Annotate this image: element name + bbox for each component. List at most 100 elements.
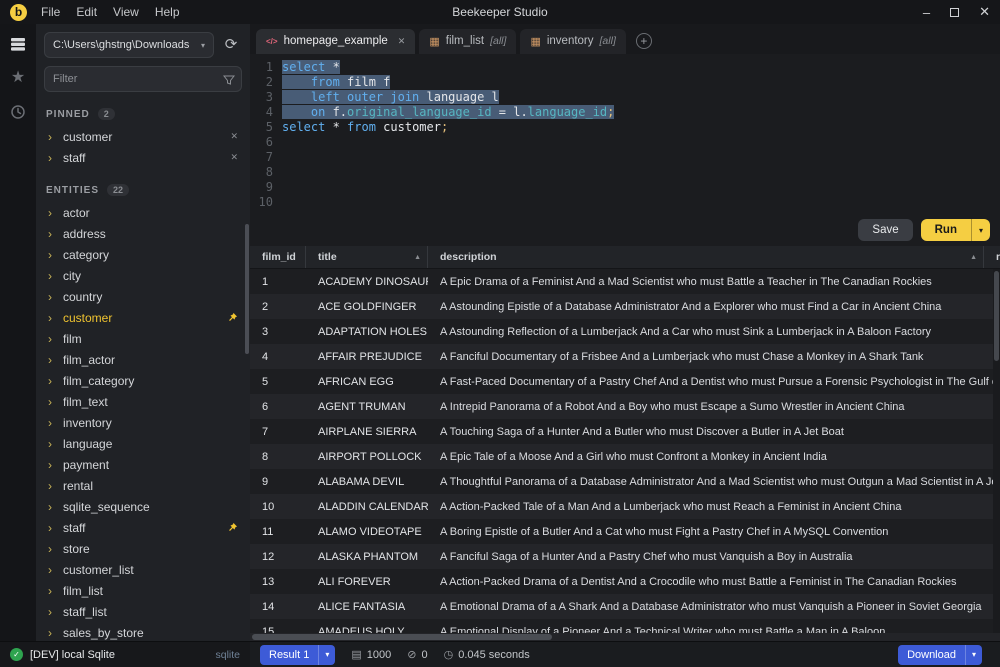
chevron-right-icon[interactable]: › [48,522,56,534]
chevron-right-icon[interactable]: › [48,606,56,618]
database-selector[interactable]: C:\Users\ghstng\Downloads ▾ [44,32,214,58]
tab-film_list[interactable]: ▦film_list[all] [419,29,516,54]
entity-item-payment[interactable]: ›payment [44,454,242,475]
entity-item-film_list[interactable]: ›film_list [44,580,242,601]
column-header-title[interactable]: title▲ [306,246,428,268]
chevron-right-icon[interactable]: › [48,354,56,366]
save-button[interactable]: Save [858,219,912,241]
table-row[interactable]: 2ACE GOLDFINGERA Astounding Epistle of a… [250,294,1000,319]
results-vertical-scrollbar[interactable] [993,269,1000,633]
chevron-right-icon[interactable]: › [48,396,56,408]
entity-item-store[interactable]: ›store [44,538,242,559]
menu-help[interactable]: Help [155,5,180,19]
run-button[interactable]: Run [921,219,971,241]
table-row[interactable]: 14ALICE FANTASIAA Emotional Drama of a A… [250,594,1000,619]
sql-editor[interactable]: 12345678910 select * from film f left ou… [250,54,1000,214]
chevron-right-icon[interactable]: › [48,249,56,261]
pin-icon[interactable] [227,312,238,323]
scrollbar-thumb[interactable] [994,271,999,361]
database-tables-icon[interactable] [10,36,26,52]
entity-item-staff[interactable]: ›staff [44,517,242,538]
entity-item-film[interactable]: ›film [44,328,242,349]
close-icon[interactable]: ✕ [230,152,238,163]
column-header-r[interactable]: r [984,246,1000,268]
column-header-film_id[interactable]: film_id [250,246,306,268]
refresh-button[interactable]: ⟳ [220,34,242,56]
table-row[interactable]: 8AIRPORT POLLOCKA Epic Tale of a Moose A… [250,444,1000,469]
download-button[interactable]: Download [898,645,965,665]
table-row[interactable]: 4AFFAIR PREJUDICEA Fanciful Documentary … [250,344,1000,369]
chevron-right-icon[interactable]: › [48,627,56,639]
minimize-button[interactable]: – [923,5,930,20]
chevron-right-icon[interactable]: › [48,207,56,219]
menu-file[interactable]: File [41,5,60,19]
chevron-right-icon[interactable]: › [48,501,56,513]
table-row[interactable]: 13ALI FOREVERA Action-Packed Drama of a … [250,569,1000,594]
pin-icon[interactable] [227,522,238,533]
tab-homepage_example[interactable]: </>homepage_example✕ [256,29,415,54]
entity-item-sales_by_store[interactable]: ›sales_by_store [44,622,242,641]
entity-item-language[interactable]: ›language [44,433,242,454]
table-row[interactable]: 1ACADEMY DINOSAURA Epic Drama of a Femin… [250,269,1000,294]
sidebar-scrollbar[interactable] [245,224,249,354]
chevron-right-icon[interactable]: › [48,459,56,471]
entity-item-rental[interactable]: ›rental [44,475,242,496]
result-selector-caret[interactable]: ▾ [318,645,335,665]
chevron-right-icon[interactable]: › [48,131,56,143]
chevron-right-icon[interactable]: › [48,375,56,387]
table-row[interactable]: 5AFRICAN EGGA Fast-Paced Documentary of … [250,369,1000,394]
table-row[interactable]: 9ALABAMA DEVILA Thoughtful Panorama of a… [250,469,1000,494]
tab-inventory[interactable]: ▦inventory[all] [520,29,625,54]
column-header-description[interactable]: description▲ [428,246,984,268]
entity-item-actor[interactable]: ›actor [44,202,242,223]
sort-asc-icon[interactable]: ▲ [970,254,983,261]
entity-item-staff_list[interactable]: ›staff_list [44,601,242,622]
pinned-item-staff[interactable]: ›staff✕ [44,147,242,168]
table-row[interactable]: 12ALASKA PHANTOMA Fanciful Saga of a Hun… [250,544,1000,569]
chevron-right-icon[interactable]: › [48,438,56,450]
entity-item-customer[interactable]: ›customer [44,307,242,328]
entity-item-film_actor[interactable]: ›film_actor [44,349,242,370]
table-row[interactable]: 15AMADEUS HOLYA Emotional Display of a P… [250,619,1000,633]
results-horizontal-scrollbar[interactable] [250,633,1000,641]
entity-item-country[interactable]: ›country [44,286,242,307]
entity-item-inventory[interactable]: ›inventory [44,412,242,433]
entity-item-address[interactable]: ›address [44,223,242,244]
close-icon[interactable]: ✕ [230,131,238,142]
sort-asc-icon[interactable]: ▲ [414,254,427,261]
chevron-right-icon[interactable]: › [48,543,56,555]
table-row[interactable]: 11ALAMO VIDEOTAPEA Boring Epistle of a B… [250,519,1000,544]
chevron-right-icon[interactable]: › [48,152,56,164]
entity-item-category[interactable]: ›category [44,244,242,265]
chevron-right-icon[interactable]: › [48,333,56,345]
download-options-caret[interactable]: ▾ [965,645,982,665]
chevron-right-icon[interactable]: › [48,312,56,324]
maximize-button[interactable] [950,8,959,17]
chevron-right-icon[interactable]: › [48,480,56,492]
run-options-caret[interactable]: ▾ [971,219,990,241]
table-row[interactable]: 7AIRPLANE SIERRAA Touching Saga of a Hun… [250,419,1000,444]
table-row[interactable]: 10ALADDIN CALENDARA Action-Packed Tale o… [250,494,1000,519]
close-window-button[interactable]: ✕ [979,4,990,20]
chevron-right-icon[interactable]: › [48,270,56,282]
table-row[interactable]: 3ADAPTATION HOLESA Astounding Reflection… [250,319,1000,344]
menu-edit[interactable]: Edit [76,5,97,19]
entity-item-film_text[interactable]: ›film_text [44,391,242,412]
chevron-right-icon[interactable]: › [48,417,56,429]
close-icon[interactable]: ✕ [398,36,406,47]
pinned-item-customer[interactable]: ›customer✕ [44,126,242,147]
entity-item-film_category[interactable]: ›film_category [44,370,242,391]
code-area[interactable]: select * from film f left outer join lan… [282,60,1000,214]
scrollbar-thumb[interactable] [252,634,552,640]
history-icon[interactable] [10,104,26,120]
chevron-right-icon[interactable]: › [48,585,56,597]
favorites-icon[interactable]: ★ [11,70,25,86]
entity-item-customer_list[interactable]: ›customer_list [44,559,242,580]
chevron-right-icon[interactable]: › [48,291,56,303]
chevron-right-icon[interactable]: › [48,564,56,576]
new-tab-button[interactable]: + [636,33,652,49]
entity-item-sqlite_sequence[interactable]: ›sqlite_sequence [44,496,242,517]
chevron-right-icon[interactable]: › [48,228,56,240]
result-selector-button[interactable]: Result 1 [260,645,318,665]
menu-view[interactable]: View [113,5,139,19]
